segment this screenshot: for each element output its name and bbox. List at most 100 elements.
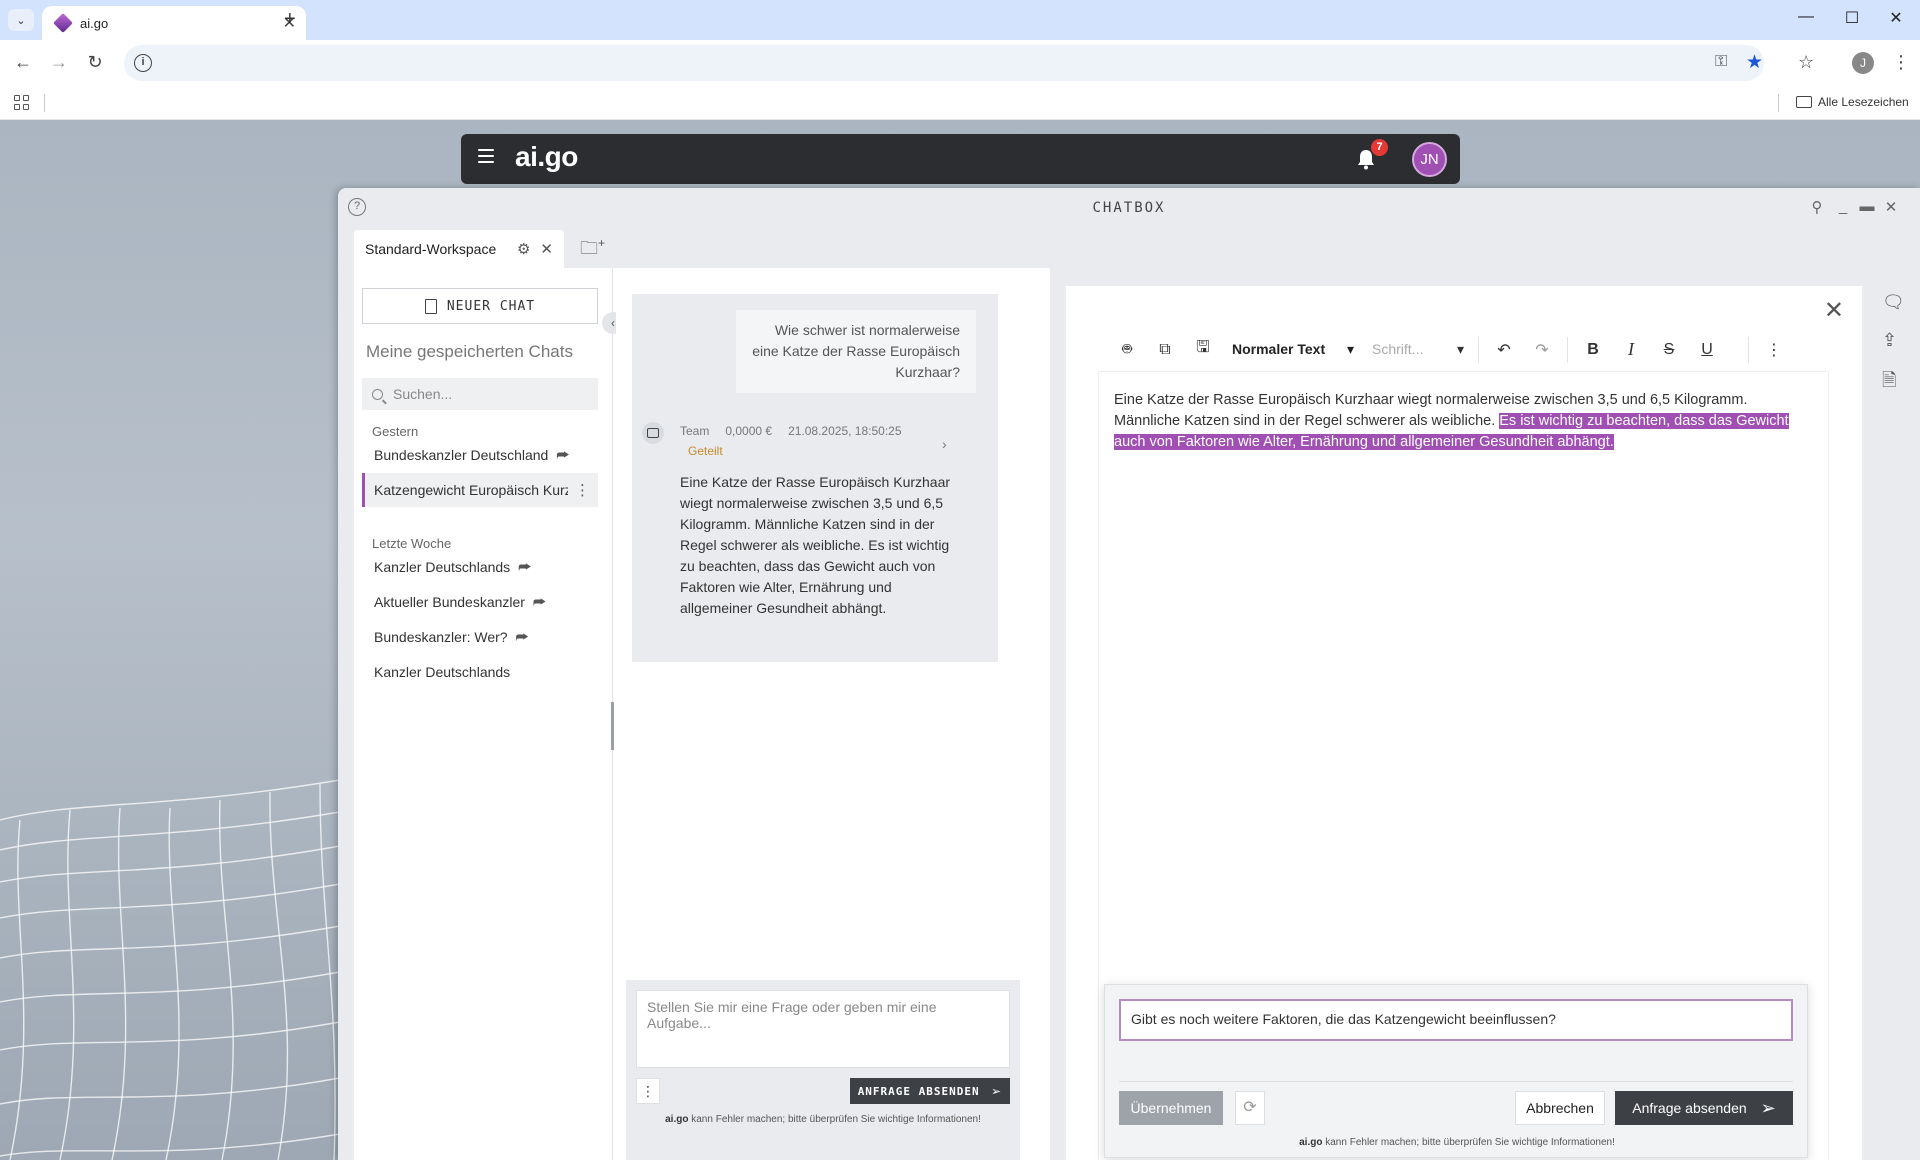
all-bookmarks-label: Alle Lesezeichen: [1818, 95, 1909, 109]
maximize-window-button[interactable]: ☐: [1842, 8, 1862, 28]
italic-icon[interactable]: I: [1612, 339, 1650, 360]
reload-button[interactable]: ↻: [84, 52, 106, 73]
prompt-input[interactable]: Gibt es noch weitere Faktoren, die das K…: [1119, 999, 1793, 1041]
all-bookmarks-button[interactable]: Alle Lesezeichen: [1796, 95, 1909, 109]
editor-border: [1098, 372, 1099, 1160]
undo-icon[interactable]: ↶: [1485, 340, 1523, 360]
chat-item[interactable]: Bundeskanzler: Wer? ⮫: [362, 620, 598, 654]
apps-grid-icon[interactable]: [14, 95, 29, 110]
ai-bot-icon[interactable]: 🤖︎: [1108, 339, 1146, 361]
save-icon[interactable]: 🖫: [1184, 336, 1222, 363]
shared-tag: Geteilt: [688, 444, 723, 458]
text-style-select[interactable]: Normaler Text ▾: [1222, 341, 1362, 358]
hamburger-menu-icon[interactable]: [478, 149, 494, 163]
new-chat-button[interactable]: NEUER CHAT: [362, 288, 598, 324]
close-editor-icon[interactable]: ✕: [1824, 296, 1844, 325]
bot-message-meta: Team 0,0000 € 21.08.2025, 18:50:25: [680, 424, 980, 438]
bold-icon[interactable]: B: [1574, 341, 1612, 359]
chat-input[interactable]: Stellen Sie mir eine Frage oder geben mi…: [636, 990, 1010, 1068]
saved-chats-heading: Meine gespeicherten Chats: [366, 342, 573, 361]
browser-tab[interactable]: ai.go ✕: [42, 6, 306, 40]
more-options-icon[interactable]: ⋮: [1755, 340, 1793, 360]
forward-button[interactable]: →: [48, 52, 70, 73]
chat-bubble-icon[interactable]: 🗨︎: [1882, 292, 1905, 313]
editor-border: [1828, 372, 1829, 1160]
rich-text-toolbar: 🤖︎ ⧉ 🖫 Normaler Text ▾ Schrift... ▾ ↶ ↷ B …: [1098, 328, 1828, 372]
bot-message-text: Eine Katze der Rasse Europäisch Kurzhaar…: [680, 474, 951, 616]
minimize-window-button[interactable]: —: [1796, 8, 1816, 26]
disclaimer-brand: ai.go: [1299, 1137, 1323, 1148]
share-icon: ⮫: [532, 593, 547, 610]
disclaimer: ai.go kann Fehler machen; bitte überprüf…: [1105, 1137, 1809, 1148]
send-request-button[interactable]: Anfrage absenden ➢: [1615, 1091, 1793, 1125]
chevron-right-icon[interactable]: ›: [942, 436, 947, 452]
browser-tab-title: ai.go: [80, 15, 109, 31]
browser-tabstrip: ⌄ ai.go ✕ + — ☐ ✕: [0, 0, 1920, 40]
bookmark-star-icon[interactable]: ★: [1746, 51, 1763, 74]
folder-icon: [1796, 96, 1812, 108]
bookmarks-separator: [44, 94, 45, 112]
gear-icon[interactable]: ⚙: [517, 240, 530, 258]
more-options-icon[interactable]: ⋮: [575, 481, 590, 499]
cancel-button[interactable]: Abbrechen: [1515, 1091, 1605, 1125]
refresh-icon[interactable]: ⟳: [1235, 1091, 1265, 1125]
profile-avatar[interactable]: J: [1852, 52, 1874, 74]
font-value: Schrift...: [1372, 341, 1424, 357]
back-button[interactable]: ←: [12, 52, 34, 73]
group-label-yesterday: Gestern: [372, 424, 419, 439]
chat-item-label: Kanzler Deutschlands: [374, 559, 511, 575]
copy-icon[interactable]: ⧉: [1146, 341, 1184, 359]
maximize-chatbox-button[interactable]: ▬: [1858, 198, 1876, 215]
close-icon[interactable]: ✕: [540, 240, 553, 258]
disclaimer-text: kann Fehler machen; bitte überprüfen Sie…: [1322, 1137, 1615, 1148]
user-avatar[interactable]: JN: [1412, 142, 1447, 177]
apply-button[interactable]: Übernehmen: [1119, 1091, 1223, 1125]
group-label-last-week: Letzte Woche: [372, 536, 452, 551]
chat-item-active[interactable]: Katzengewicht Europäisch Kurz ⋮: [362, 473, 598, 507]
close-window-button[interactable]: ✕: [1886, 8, 1906, 28]
sidebar-resize-handle[interactable]: [611, 702, 614, 750]
chat-item-label: Aktueller Bundeskanzler: [374, 594, 525, 610]
meta-team: Team: [680, 424, 710, 438]
editor-text[interactable]: Eine Katze der Rasse Europäisch Kurzhaar…: [1114, 390, 1814, 453]
prompt-divider: [1119, 1081, 1793, 1082]
send-label: Anfrage absenden: [1632, 1100, 1747, 1116]
text-style-value: Normaler Text: [1232, 341, 1326, 357]
reading-list-icon[interactable]: ☆: [1798, 52, 1814, 73]
chat-item[interactable]: Kanzler Deutschlands ⮫: [362, 550, 598, 584]
meta-cost: 0,0000 €: [725, 424, 773, 438]
chat-item[interactable]: Aktueller Bundeskanzler ⮫: [362, 585, 598, 619]
font-select[interactable]: Schrift... ▾: [1362, 341, 1472, 358]
minimize-chatbox-button[interactable]: _: [1834, 198, 1852, 215]
notification-badge: 7: [1371, 139, 1388, 156]
input-options-icon[interactable]: ⋮: [636, 1078, 660, 1104]
tab-search-button[interactable]: ⌄: [8, 9, 34, 31]
underline-icon[interactable]: U: [1688, 341, 1726, 359]
right-toolbar: 🗨︎ ⇪ 🗎: [1862, 268, 1920, 1160]
pin-icon[interactable]: ⚲: [1808, 198, 1826, 216]
editor-card: ✕ 🤖︎ ⧉ 🖫 Normaler Text ▾ Schrift... ▾ ↶ ↷ …: [1066, 286, 1862, 1160]
strikethrough-icon[interactable]: S: [1650, 341, 1688, 359]
toolbar-separator: [1748, 336, 1749, 363]
toolbar-separator: [1478, 336, 1479, 363]
workspace-tab[interactable]: Standard-Workspace ⚙ ✕: [354, 230, 564, 268]
upload-icon[interactable]: ⇪: [1882, 330, 1897, 351]
close-chatbox-button[interactable]: ✕: [1882, 198, 1900, 216]
redo-icon[interactable]: ↷: [1523, 340, 1561, 360]
chat-input-area: Stellen Sie mir eine Frage oder geben mi…: [626, 980, 1020, 1160]
send-request-button[interactable]: ANFRAGE ABSENDEN ➢: [850, 1078, 1010, 1104]
new-workspace-folder-icon[interactable]: 🗀+: [580, 236, 605, 266]
document-settings-icon[interactable]: 🗎: [1882, 368, 1896, 398]
password-key-icon[interactable]: ⚿: [1715, 53, 1727, 71]
chat-search-input[interactable]: Suchen...: [362, 378, 598, 410]
share-icon: ⮫: [518, 558, 532, 575]
chat-item[interactable]: Bundeskanzler Deutschland ⮫: [362, 438, 598, 472]
new-tab-button[interactable]: +: [284, 8, 296, 31]
site-info-icon[interactable]: i: [134, 54, 152, 72]
wave-grid-decoration: [0, 779, 340, 1160]
browser-menu-icon[interactable]: ⋮: [1892, 52, 1910, 73]
search-icon: [372, 388, 383, 400]
address-bar[interactable]: i ⚿ ★: [124, 45, 1764, 81]
chat-item[interactable]: Kanzler Deutschlands: [362, 655, 598, 689]
share-icon: ⮫: [515, 628, 529, 645]
